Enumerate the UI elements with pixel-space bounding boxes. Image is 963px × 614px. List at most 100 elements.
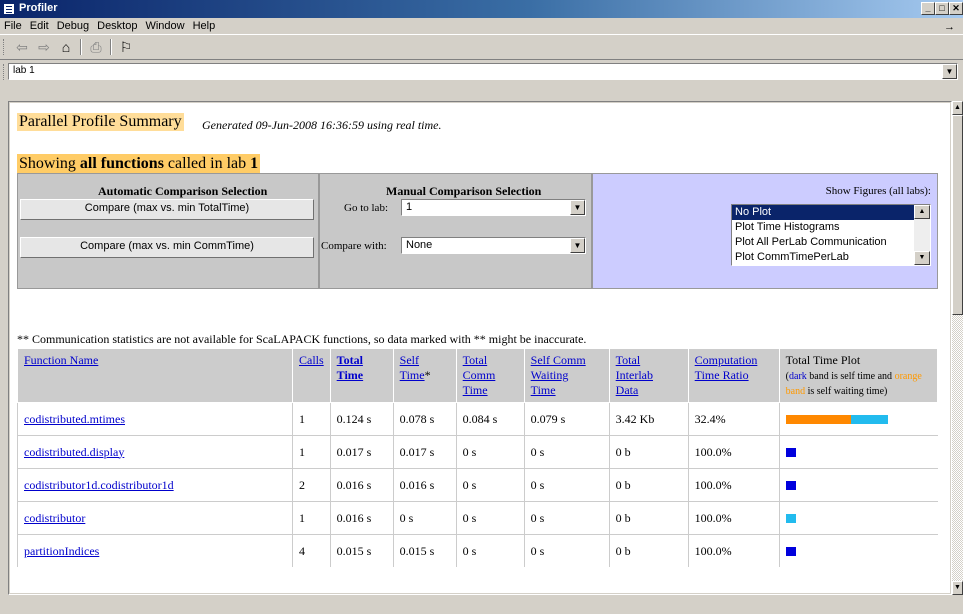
comm-time-cell: 0 s (455, 534, 525, 567)
dark-band (785, 547, 796, 557)
menu-debug[interactable]: Debug (53, 18, 93, 32)
sort-interlab-data-link[interactable]: Total Interlab Data (616, 353, 653, 397)
cyan-band (850, 415, 888, 425)
scroll-down-icon[interactable]: ▼ (914, 251, 930, 265)
time-plot-cell (778, 435, 938, 469)
function-name-cell[interactable]: codistributor (17, 501, 293, 535)
listbox-scrollbar[interactable]: ▲ ▼ (914, 205, 930, 265)
ild-header-2: Interlab (615, 368, 653, 382)
forward-arrow-icon[interactable]: ⇨ (34, 38, 54, 56)
table-row: codistributed.mtimes 1 0.124 s 0.078 s 0… (17, 402, 938, 436)
calls-cell: 4 (292, 534, 331, 567)
vertical-scrollbar[interactable]: ▲ ▼ (952, 101, 963, 595)
col-self-comm-waiting-time[interactable]: Self Comm Waiting Time (523, 348, 610, 403)
minimize-button[interactable]: _ (921, 2, 935, 15)
manual-comparison-title: Manual Comparison Selection (386, 184, 542, 198)
orange-band (785, 415, 851, 425)
show-figures-listbox[interactable]: No Plot Plot Time Histograms Plot All Pe… (731, 204, 931, 266)
plot-legend-dark: dark (789, 371, 807, 382)
showing-scope: all functions (79, 155, 164, 172)
function-table: Function Name Calls Total Time Self Time* … (17, 348, 939, 567)
function-name-cell[interactable]: codistributor1d.codistributor1d (17, 468, 293, 502)
scw-header-3: Time (530, 383, 556, 397)
showing-mid: called in lab (163, 155, 251, 172)
comm-time-cell: 0 s (455, 501, 525, 535)
compare-with-select[interactable]: None ▼ (401, 237, 586, 254)
col-function-name[interactable]: Function Name (17, 348, 293, 403)
col-total-comm-time[interactable]: Total Comm Time (455, 348, 525, 403)
function-name-cell[interactable]: partitionIndices (17, 534, 293, 567)
menu-file[interactable]: File (0, 18, 26, 32)
back-arrow-icon[interactable]: ⇦ (12, 38, 32, 56)
generated-timestamp: Generated 09-Jun-2008 16:36:59 using rea… (202, 118, 442, 132)
function-link[interactable]: partitionIndices (24, 544, 99, 558)
menu-help[interactable]: Help (189, 18, 220, 32)
sort-calls-link[interactable]: Calls (299, 353, 324, 367)
chevron-down-icon[interactable]: ▼ (942, 64, 957, 79)
menu-edit[interactable]: Edit (26, 18, 53, 32)
home-icon[interactable]: ⌂ (56, 38, 76, 56)
find-binoculars-icon[interactable]: ⚐ (116, 38, 136, 56)
function-name-cell[interactable]: codistributed.display (17, 435, 293, 469)
goto-lab-value: 1 (406, 201, 413, 213)
menu-undock-arrow-icon[interactable]: → (940, 19, 959, 33)
self-time-cell: 0.016 s (392, 468, 457, 502)
sort-self-time-link[interactable]: Self Time (400, 353, 425, 382)
col-total-time-plot: Total Time Plot (dark band is self time … (778, 348, 939, 403)
scrollbar-thumb[interactable] (952, 115, 963, 315)
self-comm-waiting-cell: 0 s (523, 435, 610, 469)
figures-option-commtime-perlab[interactable]: Plot CommTimePerLab (732, 250, 916, 265)
col-computation-time-ratio[interactable]: Computation Time Ratio (687, 348, 780, 403)
automatic-comparison-section: Automatic Comparison Selection Compare (… (17, 173, 319, 289)
comm-header-2: Comm (462, 368, 496, 382)
interlab-data-cell: 0 b (608, 534, 689, 567)
ctr-header-2: Time Ratio (694, 368, 749, 382)
compare-commtime-button[interactable]: Compare (max vs. min CommTime) (20, 237, 314, 258)
figures-option-time-histograms[interactable]: Plot Time Histograms (732, 220, 916, 235)
goto-lab-select[interactable]: 1 ▼ (401, 199, 586, 216)
print-icon[interactable]: ⎙ (86, 38, 106, 56)
time-plot-cell (778, 534, 938, 567)
self-comm-waiting-cell: 0 s (523, 501, 610, 535)
function-link[interactable]: codistributed.display (24, 445, 124, 459)
total-time-cell: 0.016 s (329, 501, 394, 535)
col-total-time[interactable]: Total Time (329, 348, 394, 403)
col-self-time[interactable]: Self Time* (392, 348, 457, 403)
scw-header-1: Self Comm (530, 353, 586, 367)
sort-total-time-link[interactable]: Total Time (337, 353, 363, 382)
table-row: codistributed.display 1 0.017 s 0.017 s … (17, 435, 938, 469)
chevron-down-icon[interactable]: ▼ (570, 238, 585, 253)
menu-window[interactable]: Window (141, 18, 188, 32)
figures-option-perlab-communication[interactable]: Plot All PerLab Communication (732, 235, 916, 250)
sort-function-name-link[interactable]: Function Name (24, 353, 98, 367)
compare-totaltime-button[interactable]: Compare (max vs. min TotalTime) (20, 199, 314, 220)
scroll-down-icon[interactable]: ▼ (952, 581, 963, 595)
menu-desktop[interactable]: Desktop (93, 18, 141, 32)
scroll-up-icon[interactable]: ▲ (952, 101, 963, 115)
self-comm-waiting-cell: 0.079 s (523, 402, 610, 436)
col-calls[interactable]: Calls (292, 348, 331, 403)
menu-bar: File Edit Debug Desktop Window Help → (0, 18, 963, 34)
chevron-down-icon[interactable]: ▼ (570, 200, 585, 215)
location-grip[interactable] (3, 64, 6, 80)
function-name-cell[interactable]: codistributed.mtimes (17, 402, 293, 436)
showing-lab-number: 1 (250, 155, 259, 172)
toolbar-grip[interactable] (3, 39, 6, 55)
page-title: Parallel Profile Summary (17, 113, 184, 131)
function-link[interactable]: codistributed.mtimes (24, 412, 125, 426)
function-link[interactable]: codistributor (24, 511, 85, 525)
sort-computation-ratio-link[interactable]: Computation Time Ratio (695, 353, 758, 382)
sort-total-comm-time-link[interactable]: Total Comm Time (463, 353, 496, 397)
close-button[interactable]: ✕ (949, 2, 963, 15)
function-link[interactable]: codistributor1d.codistributor1d (24, 478, 174, 492)
sort-self-comm-waiting-link[interactable]: Self Comm Waiting Time (531, 353, 586, 397)
col-total-interlab-data[interactable]: Total Interlab Data (608, 348, 689, 403)
maximize-button[interactable]: □ (935, 2, 949, 15)
calls-cell: 1 (292, 402, 331, 436)
interlab-data-cell: 3.42 Kb (608, 402, 689, 436)
total-time-cell: 0.124 s (329, 402, 394, 436)
figures-option-no-plot[interactable]: No Plot (732, 205, 916, 220)
location-field[interactable]: lab 1 ▼ (8, 63, 958, 80)
compare-with-label: Compare with: (321, 240, 387, 252)
scroll-up-icon[interactable]: ▲ (914, 205, 930, 219)
